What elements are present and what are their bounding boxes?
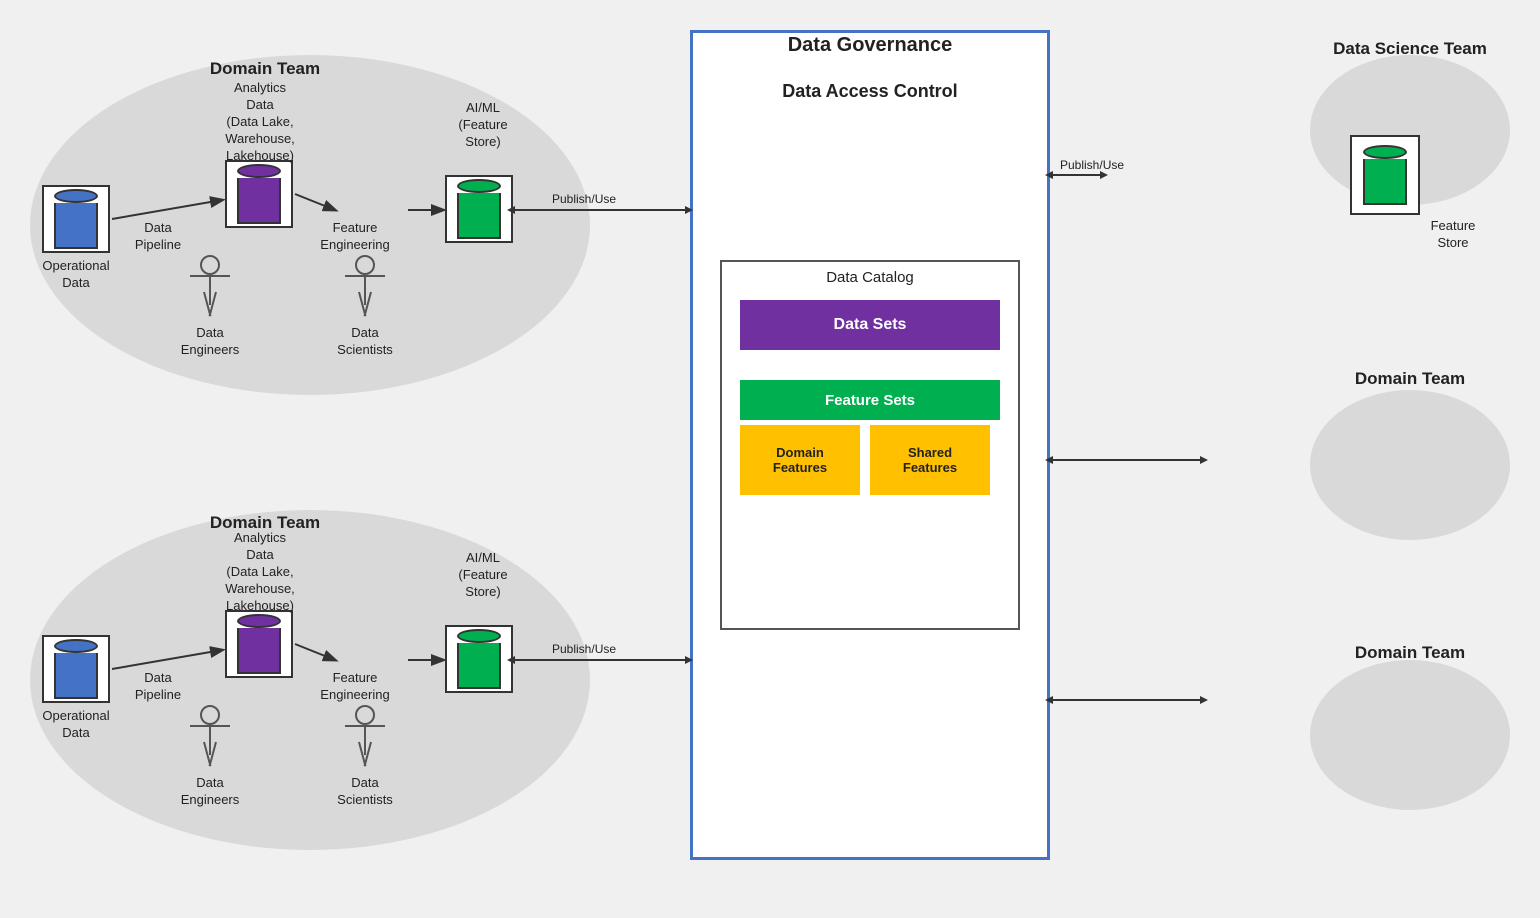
operational-data-box-bottom (42, 635, 110, 703)
operational-data-box-top (42, 185, 110, 253)
domain-team-top-title: Domain Team (165, 58, 365, 80)
publish-use-right-label: Publish/Use (1060, 158, 1124, 174)
feature-engineering-label-bottom: FeatureEngineering (310, 670, 400, 704)
publish-use-top-label: Publish/Use (552, 192, 616, 208)
data-pipeline-label-bottom: DataPipeline (118, 670, 198, 704)
data-scientists-label-bottom: DataScientists (320, 775, 410, 809)
aiml-box-bottom (445, 625, 513, 693)
domain-team-right-2-ellipse (1310, 660, 1510, 810)
domain-team-right-1-label: Domain Team (1310, 368, 1510, 390)
feature-engineering-label-top: FeatureEngineering (310, 220, 400, 254)
purple-cylinder-bottom (237, 614, 281, 674)
analytics-data-box-bottom (225, 610, 293, 678)
data-scientists-figure-bottom (345, 705, 385, 767)
green-cylinder-top (457, 179, 501, 239)
data-engineers-figure-top (190, 255, 230, 317)
datasets-label: Data Sets (834, 316, 907, 334)
feature-store-label: Feature Store (1418, 218, 1488, 252)
analytics-data-box-top (225, 160, 293, 228)
data-scientists-label-top: DataScientists (320, 325, 410, 359)
domain-features-label: Domain Features (773, 445, 827, 475)
aiml-label-top: AI/ML(FeatureStore) (428, 100, 538, 151)
aiml-box-top (445, 175, 513, 243)
operational-data-label-top: OperationalData (28, 258, 124, 292)
aiml-label-bottom: AI/ML(FeatureStore) (428, 550, 538, 601)
domain-features-box: Domain Features (740, 425, 860, 495)
analytics-data-label-bottom: AnalyticsData(Data Lake,Warehouse,Lakeho… (205, 530, 315, 614)
diagram: Domain Team OperationalData DataPipeline… (0, 0, 1540, 918)
domain-team-right-1-ellipse (1310, 390, 1510, 540)
shared-features-box: Shared Features (870, 425, 990, 495)
featuresets-bar: Feature Sets (740, 380, 1000, 420)
operational-data-label-bottom: OperationalData (28, 708, 124, 742)
data-pipeline-label-top: DataPipeline (118, 220, 198, 254)
datasets-bar: Data Sets (740, 300, 1000, 350)
data-governance-title: Data Governance (690, 32, 1050, 58)
blue-cylinder-top (54, 189, 98, 249)
data-engineers-figure-bottom (190, 705, 230, 767)
shared-features-label: Shared Features (903, 445, 957, 475)
data-catalog-label: Data Catalog (730, 268, 1010, 288)
data-engineers-label-top: DataEngineers (165, 325, 255, 359)
data-scientists-figure-top (345, 255, 385, 317)
green-cylinder-bottom (457, 629, 501, 689)
feature-store-box (1350, 135, 1420, 215)
data-engineers-label-bottom: DataEngineers (165, 775, 255, 809)
featuresets-label: Feature Sets (825, 392, 915, 409)
data-access-control-label: Data Access Control (700, 80, 1040, 103)
green-cylinder-right (1363, 145, 1407, 205)
blue-cylinder-bottom (54, 639, 98, 699)
analytics-data-label-top: AnalyticsData(Data Lake,Warehouse,Lakeho… (205, 80, 315, 164)
publish-use-bottom-label: Publish/Use (552, 642, 616, 658)
purple-cylinder-top (237, 164, 281, 224)
